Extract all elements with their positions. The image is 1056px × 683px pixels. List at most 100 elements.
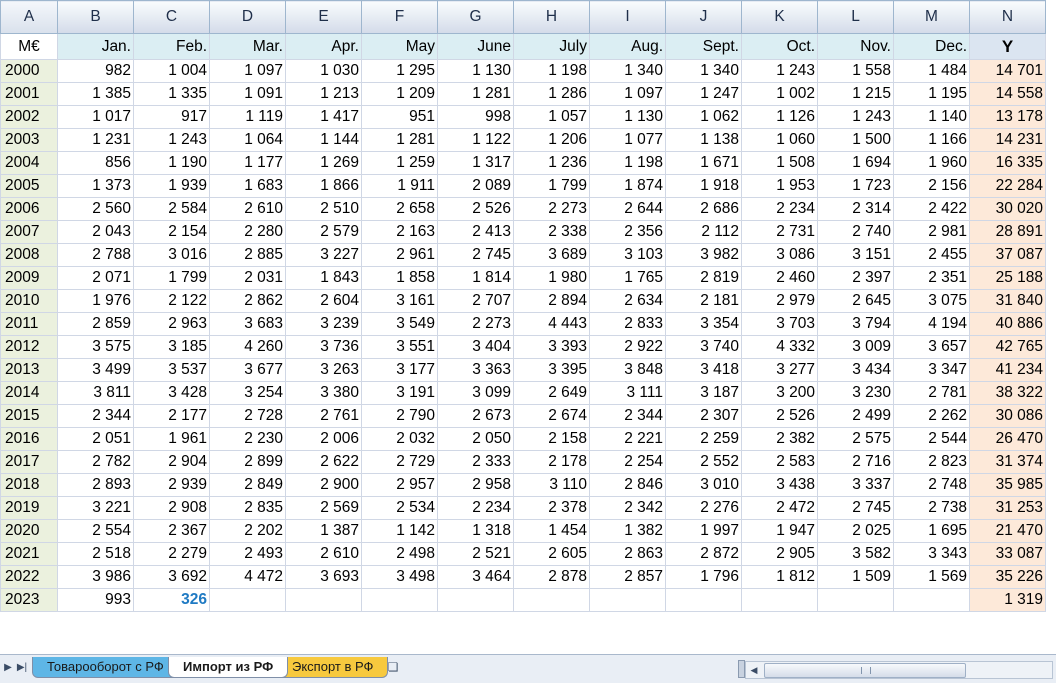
value-cell[interactable]: 1 694	[817, 151, 894, 175]
year-cell[interactable]: 2008	[0, 243, 58, 267]
value-cell[interactable]: 1 980	[513, 266, 590, 290]
value-cell[interactable]: 2 344	[57, 404, 134, 428]
value-cell[interactable]: 2 604	[285, 289, 362, 313]
value-cell[interactable]: 1 765	[589, 266, 666, 290]
value-cell[interactable]	[437, 588, 514, 612]
value-cell[interactable]: 1 030	[285, 59, 362, 83]
year-cell[interactable]: 2005	[0, 174, 58, 198]
value-cell[interactable]: 1 062	[665, 105, 742, 129]
year-cell[interactable]: 2003	[0, 128, 58, 152]
value-cell[interactable]: 2 893	[57, 473, 134, 497]
value-cell[interactable]: 3 200	[741, 381, 818, 405]
year-total-cell[interactable]: 28 891	[969, 220, 1046, 244]
value-cell[interactable]: 2 835	[209, 496, 286, 520]
year-cell[interactable]: 2014	[0, 381, 58, 405]
value-cell[interactable]: 3 438	[741, 473, 818, 497]
month-header-cell[interactable]: Feb.	[133, 33, 210, 60]
value-cell[interactable]: 1 814	[437, 266, 514, 290]
value-cell[interactable]: 1 569	[893, 565, 970, 589]
value-cell[interactable]: 1 508	[741, 151, 818, 175]
year-total-cell[interactable]: 31 840	[969, 289, 1046, 313]
column-header-j[interactable]: J	[665, 0, 742, 34]
value-cell[interactable]: 1 126	[741, 105, 818, 129]
year-total-cell[interactable]: 42 765	[969, 335, 1046, 359]
value-cell[interactable]: 3 103	[589, 243, 666, 267]
value-cell[interactable]: 2 163	[361, 220, 438, 244]
year-cell[interactable]: 2015	[0, 404, 58, 428]
value-cell[interactable]: 2 273	[437, 312, 514, 336]
value-cell[interactable]: 4 332	[741, 335, 818, 359]
value-cell[interactable]: 2 234	[437, 496, 514, 520]
value-cell[interactable]: 2 534	[361, 496, 438, 520]
value-cell[interactable]: 2 031	[209, 266, 286, 290]
value-cell[interactable]: 2 575	[817, 427, 894, 451]
value-cell[interactable]: 3 498	[361, 565, 438, 589]
value-cell[interactable]: 2 510	[285, 197, 362, 221]
value-cell[interactable]: 2 526	[437, 197, 514, 221]
value-cell[interactable]: 2 761	[285, 404, 362, 428]
value-cell[interactable]: 2 961	[361, 243, 438, 267]
value-cell[interactable]: 3 575	[57, 335, 134, 359]
month-header-cell[interactable]: Jan.	[57, 33, 134, 60]
value-cell[interactable]: 2 356	[589, 220, 666, 244]
column-header-k[interactable]: K	[741, 0, 818, 34]
value-cell[interactable]: 1 953	[741, 174, 818, 198]
value-cell[interactable]: 3 185	[133, 335, 210, 359]
year-cell[interactable]: 2016	[0, 427, 58, 451]
value-cell[interactable]	[665, 588, 742, 612]
value-cell[interactable]: 2 554	[57, 519, 134, 543]
year-total-cell[interactable]: 14 558	[969, 82, 1046, 106]
value-cell[interactable]: 2 413	[437, 220, 514, 244]
value-cell[interactable]: 3 982	[665, 243, 742, 267]
column-header-f[interactable]: F	[361, 0, 438, 34]
value-cell[interactable]	[589, 588, 666, 612]
value-cell[interactable]: 2 156	[893, 174, 970, 198]
value-cell[interactable]: 2 872	[665, 542, 742, 566]
value-cell[interactable]: 2 849	[209, 473, 286, 497]
value-cell[interactable]: 2 552	[665, 450, 742, 474]
value-cell[interactable]: 3 537	[133, 358, 210, 382]
value-cell[interactable]	[817, 588, 894, 612]
value-cell[interactable]: 2 276	[665, 496, 742, 520]
value-cell[interactable]: 3 086	[741, 243, 818, 267]
column-header-l[interactable]: L	[817, 0, 894, 34]
value-cell[interactable]: 1 947	[741, 519, 818, 543]
value-cell[interactable]: 1 177	[209, 151, 286, 175]
value-cell[interactable]: 4 472	[209, 565, 286, 589]
value-cell[interactable]: 1 077	[589, 128, 666, 152]
value-cell[interactable]: 2 499	[817, 404, 894, 428]
value-cell[interactable]: 2 905	[741, 542, 818, 566]
value-cell[interactable]: 2 338	[513, 220, 590, 244]
month-header-cell[interactable]: Oct.	[741, 33, 818, 60]
year-total-cell[interactable]: 14 701	[969, 59, 1046, 83]
value-cell[interactable]: 1 213	[285, 82, 362, 106]
value-cell[interactable]: 3 380	[285, 381, 362, 405]
value-cell[interactable]: 2 745	[437, 243, 514, 267]
value-cell[interactable]: 2 544	[893, 427, 970, 451]
value-cell[interactable]: 2 262	[893, 404, 970, 428]
value-cell[interactable]: 2 342	[589, 496, 666, 520]
value-cell[interactable]: 1 017	[57, 105, 134, 129]
value-cell[interactable]: 2 071	[57, 266, 134, 290]
column-header-d[interactable]: D	[209, 0, 286, 34]
value-cell[interactable]: 1 799	[513, 174, 590, 198]
value-cell[interactable]: 3 227	[285, 243, 362, 267]
value-cell[interactable]: 3 393	[513, 335, 590, 359]
value-cell[interactable]: 2 273	[513, 197, 590, 221]
value-cell[interactable]: 3 689	[513, 243, 590, 267]
horizontal-scrollbar[interactable]: ◀	[745, 661, 1053, 679]
value-cell[interactable]: 2 367	[133, 519, 210, 543]
value-cell[interactable]: 3 418	[665, 358, 742, 382]
year-total-cell[interactable]: 40 886	[969, 312, 1046, 336]
value-cell[interactable]: 3 551	[361, 335, 438, 359]
value-cell[interactable]: 3 254	[209, 381, 286, 405]
year-cell[interactable]: 2002	[0, 105, 58, 129]
column-header-b[interactable]: B	[57, 0, 134, 34]
value-cell[interactable]: 1 812	[741, 565, 818, 589]
year-total-cell[interactable]: 22 284	[969, 174, 1046, 198]
value-cell[interactable]: 1 060	[741, 128, 818, 152]
value-cell[interactable]: 2 957	[361, 473, 438, 497]
value-cell[interactable]: 2 904	[133, 450, 210, 474]
value-cell[interactable]: 1 318	[437, 519, 514, 543]
value-cell[interactable]: 2 900	[285, 473, 362, 497]
